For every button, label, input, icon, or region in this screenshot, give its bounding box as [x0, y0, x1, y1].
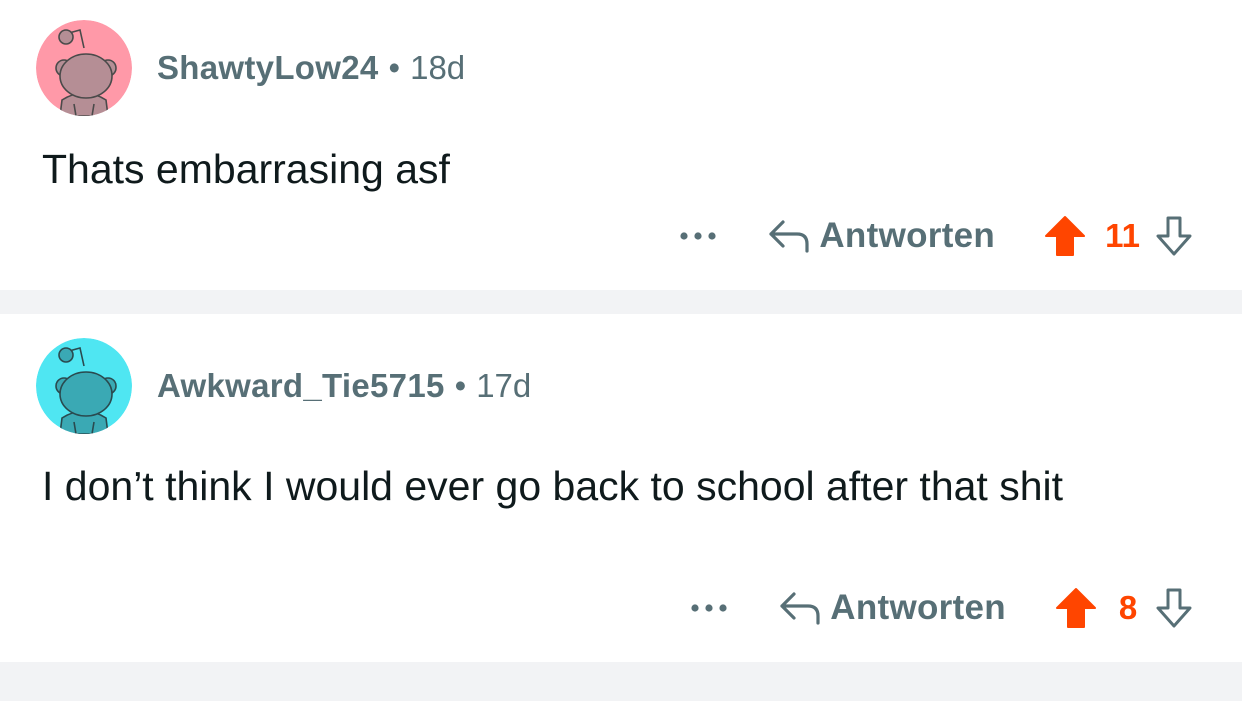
- comment: ShawtyLow24 • 18d Thats embarrasing asf An…: [0, 0, 1242, 290]
- username[interactable]: ShawtyLow24: [157, 49, 379, 86]
- comment: Awkward_Tie5715 • 17d I don’t think I woul…: [0, 314, 1242, 662]
- upvote-arrow-icon[interactable]: [1054, 586, 1098, 630]
- reply-label: Antworten: [819, 216, 996, 255]
- score: 11: [1105, 217, 1140, 254]
- vote-controls: 8: [1054, 586, 1194, 630]
- user-avatar[interactable]: [36, 338, 132, 434]
- comment-age: 18d: [410, 49, 466, 86]
- meta-separator: •: [454, 367, 467, 404]
- comment-meta: Awkward_Tie5715 • 17d: [157, 366, 531, 406]
- snoo-avatar-icon: [36, 20, 132, 116]
- more-options-button[interactable]: [684, 588, 734, 628]
- meta-separator: •: [388, 49, 401, 86]
- comment-meta: ShawtyLow24 • 18d: [157, 48, 465, 88]
- user-avatar[interactable]: [36, 20, 132, 116]
- snoo-avatar-icon: [36, 338, 132, 434]
- downvote-arrow-icon[interactable]: [1154, 586, 1194, 630]
- reply-label: Antworten: [830, 588, 1006, 627]
- comment-text: I don’t think I would ever go back to sc…: [42, 463, 1064, 509]
- reply-arrow-icon: [769, 220, 809, 253]
- comment-text: Thats embarrasing asf: [42, 146, 450, 192]
- comment-divider: [0, 662, 1242, 701]
- more-horizontal-icon: [680, 232, 716, 240]
- comment-divider: [0, 290, 1242, 314]
- vote-controls: 11: [1043, 214, 1194, 258]
- reply-arrow-icon: [780, 592, 820, 625]
- upvote-arrow-icon[interactable]: [1043, 214, 1087, 258]
- more-horizontal-icon: [691, 604, 727, 612]
- comment-age: 17d: [476, 367, 532, 404]
- comment-actions: Antworten 11: [673, 211, 1194, 261]
- more-options-button[interactable]: [673, 216, 723, 256]
- username[interactable]: Awkward_Tie5715: [157, 367, 445, 404]
- reply-button[interactable]: Antworten: [767, 216, 995, 256]
- downvote-arrow-icon[interactable]: [1154, 214, 1194, 258]
- comment-actions: Antworten 8: [684, 583, 1194, 633]
- reply-button[interactable]: Antworten: [778, 588, 1006, 628]
- score: 8: [1118, 589, 1138, 626]
